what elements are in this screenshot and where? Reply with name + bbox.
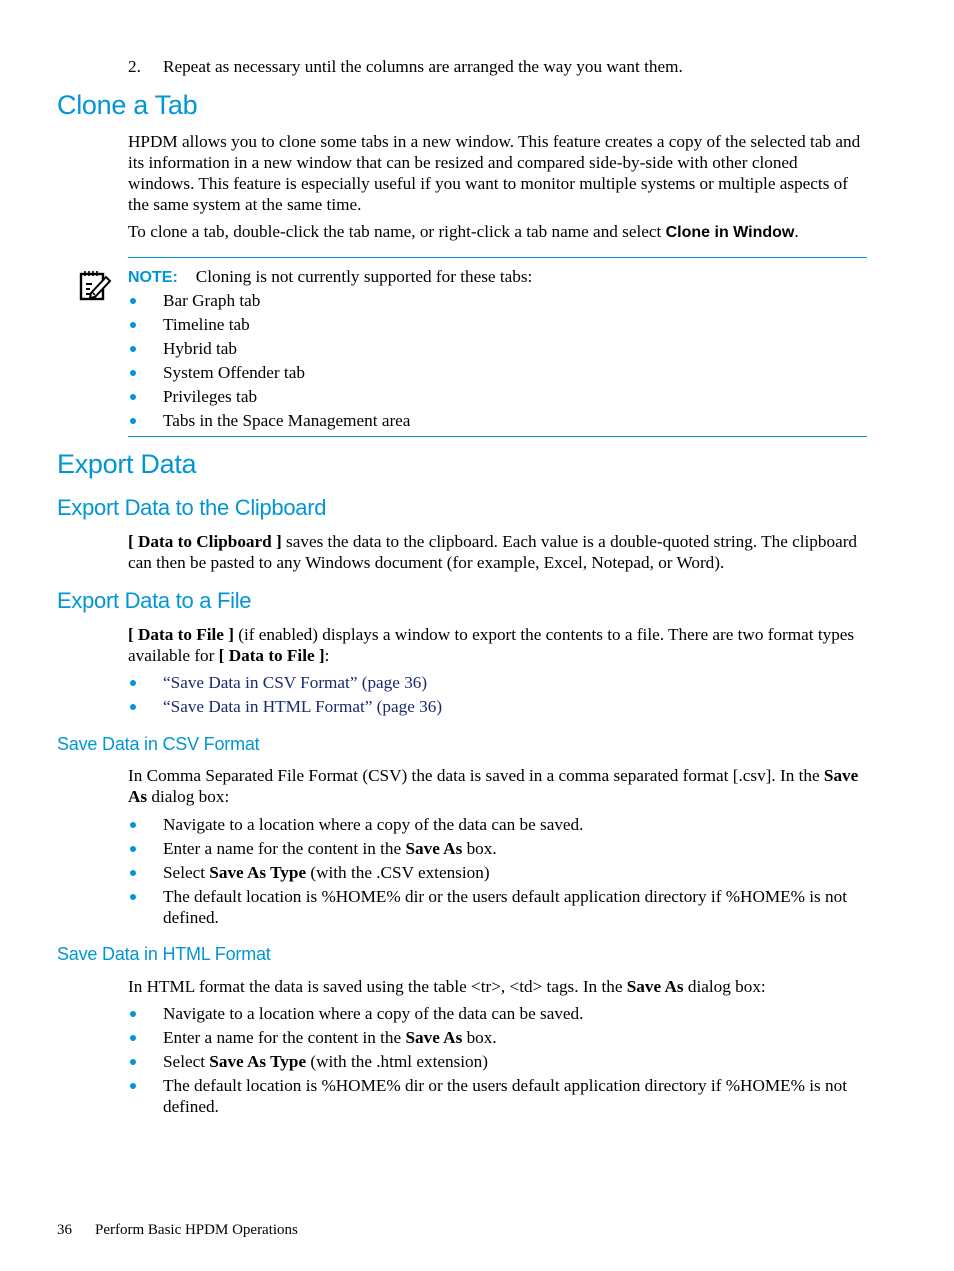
list-item: The default location is %HOME% dir or th… <box>128 886 868 928</box>
clipboard-paragraph: [ Data to Clipboard ] saves the data to … <box>128 532 858 572</box>
bullet-icon <box>130 298 136 304</box>
step-number: 2. <box>128 57 141 76</box>
note-pencil-icon <box>78 268 112 302</box>
bullet-icon <box>130 1035 136 1041</box>
csv-intro: In Comma Separated File Format (CSV) the… <box>128 766 859 806</box>
note-label: NOTE: <box>128 269 178 286</box>
bullet-icon <box>130 846 136 852</box>
heading-export-clipboard: Export Data to the Clipboard <box>57 495 327 520</box>
clone-tab-paragraph-1: HPDM allows you to clone some tabs in a … <box>128 132 861 214</box>
html-steps-list: Navigate to a location where a copy of t… <box>128 1003 868 1120</box>
clone-in-window-term: Clone in Window <box>665 224 795 241</box>
list-item: Privileges tab <box>128 386 868 407</box>
list-item: Bar Graph tab <box>128 290 868 311</box>
list-item: Enter a name for the content in the Save… <box>128 838 868 859</box>
note-text: Cloning is not currently supported for t… <box>195 267 533 286</box>
html-intro: In HTML format the data is saved using t… <box>128 977 766 996</box>
list-item: Navigate to a location where a copy of t… <box>128 1003 868 1024</box>
list-item: Hybrid tab <box>128 338 868 359</box>
clone-tab-paragraph-2: To clone a tab, double-click the tab nam… <box>128 222 799 241</box>
bullet-icon <box>130 894 136 900</box>
file-paragraph: [ Data to File ] (if enabled) displays a… <box>128 625 855 665</box>
bullet-icon <box>130 394 136 400</box>
csv-steps-list: Navigate to a location where a copy of t… <box>128 814 868 931</box>
note-bottom-rule <box>128 436 867 437</box>
heading-save-html: Save Data in HTML Format <box>57 944 271 964</box>
data-to-file-term: [ Data to File ] <box>128 625 234 644</box>
intro-step: 2. Repeat as necessary until the columns … <box>128 56 868 77</box>
list-item: Enter a name for the content in the Save… <box>128 1027 868 1048</box>
list-item: Tabs in the Space Management area <box>128 410 868 431</box>
bullet-icon <box>130 1083 136 1089</box>
bullet-icon <box>130 346 136 352</box>
bullet-icon <box>130 1059 136 1065</box>
bullet-icon <box>130 870 136 876</box>
list-item: System Offender tab <box>128 362 868 383</box>
list-item: “Save Data in CSV Format” (page 36) <box>128 672 868 693</box>
list-item: Select Save As Type (with the .html exte… <box>128 1051 868 1072</box>
page-footer: 36 Perform Basic HPDM Operations <box>57 1222 298 1239</box>
bullet-icon <box>130 322 136 328</box>
bullet-icon <box>130 704 136 710</box>
list-item: “Save Data in HTML Format” (page 36) <box>128 696 868 717</box>
note-top-rule <box>128 257 867 258</box>
list-item: The default location is %HOME% dir or th… <box>128 1075 868 1117</box>
note-unsupported-tabs-list: Bar Graph tab Timeline tab Hybrid tab Sy… <box>128 290 868 434</box>
list-item: Timeline tab <box>128 314 868 335</box>
heading-clone-a-tab: Clone a Tab <box>57 90 198 120</box>
heading-export-data: Export Data <box>57 449 197 479</box>
data-to-clipboard-term: [ Data to Clipboard ] <box>128 532 282 551</box>
list-item: Navigate to a location where a copy of t… <box>128 814 868 835</box>
heading-save-csv: Save Data in CSV Format <box>57 734 260 754</box>
bullet-icon <box>130 370 136 376</box>
note-header: NOTE: Cloning is not currently supported … <box>128 266 868 288</box>
step-text: Repeat as necessary until the columns ar… <box>163 57 683 76</box>
link-save-html[interactable]: “Save Data in HTML Format” (page 36) <box>163 697 442 716</box>
format-links-list: “Save Data in CSV Format” (page 36) “Sav… <box>128 672 868 720</box>
bullet-icon <box>130 1011 136 1017</box>
bullet-icon <box>130 822 136 828</box>
link-save-csv[interactable]: “Save Data in CSV Format” (page 36) <box>163 673 427 692</box>
list-item: Select Save As Type (with the .CSV exten… <box>128 862 868 883</box>
bullet-icon <box>130 680 136 686</box>
heading-export-file: Export Data to a File <box>57 588 252 613</box>
bullet-icon <box>130 418 136 424</box>
footer-title: Perform Basic HPDM Operations <box>95 1222 298 1238</box>
page-number: 36 <box>57 1222 72 1238</box>
